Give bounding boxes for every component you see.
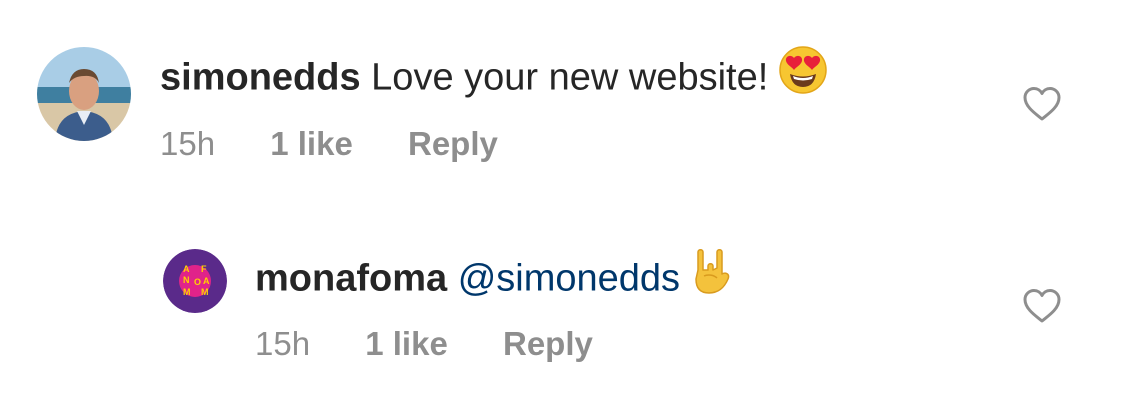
avatar[interactable]: A N M F O M A [163, 249, 227, 313]
comment-body: Love your new website! [371, 56, 769, 99]
comment-time: 15h [160, 125, 216, 162]
svg-text:A: A [203, 276, 210, 286]
reply-button[interactable]: Reply [503, 324, 593, 364]
heart-eyes-emoji-icon [778, 45, 828, 106]
comment-time: 15h [255, 325, 311, 362]
comment-text-line: monafoma @simonedds [255, 249, 734, 311]
svg-text:A: A [183, 264, 190, 274]
comment-meta: 15h 1 like Reply [255, 324, 639, 364]
svg-text:N: N [183, 275, 190, 285]
svg-text:O: O [194, 277, 201, 287]
svg-text:M: M [201, 287, 209, 297]
rock-on-hand-emoji-icon [690, 246, 734, 307]
svg-text:F: F [201, 264, 207, 274]
comment-likes[interactable]: 1 like [365, 324, 448, 364]
comment: simonedds Love your new website! 15h 1 l… [0, 0, 1125, 200]
avatar[interactable] [37, 47, 131, 141]
comment-username[interactable]: simonedds [160, 57, 361, 99]
user-photo [37, 47, 131, 141]
brand-logo: A N M F O M A [163, 249, 227, 313]
heart-outline-icon[interactable] [1022, 288, 1062, 324]
reply-button[interactable]: Reply [408, 124, 498, 164]
comment-username[interactable]: monafoma [255, 258, 447, 300]
mention-link[interactable]: @simonedds [458, 258, 680, 300]
comment-text-line: simonedds Love your new website! [160, 46, 828, 110]
reply-comment: A N M F O M A monafoma @simonedds 15h 1 … [0, 200, 1125, 418]
heart-outline-icon[interactable] [1022, 86, 1062, 122]
svg-text:M: M [183, 287, 191, 297]
comment-likes[interactable]: 1 like [270, 124, 353, 164]
comment-meta: 15h 1 like Reply [160, 124, 544, 164]
